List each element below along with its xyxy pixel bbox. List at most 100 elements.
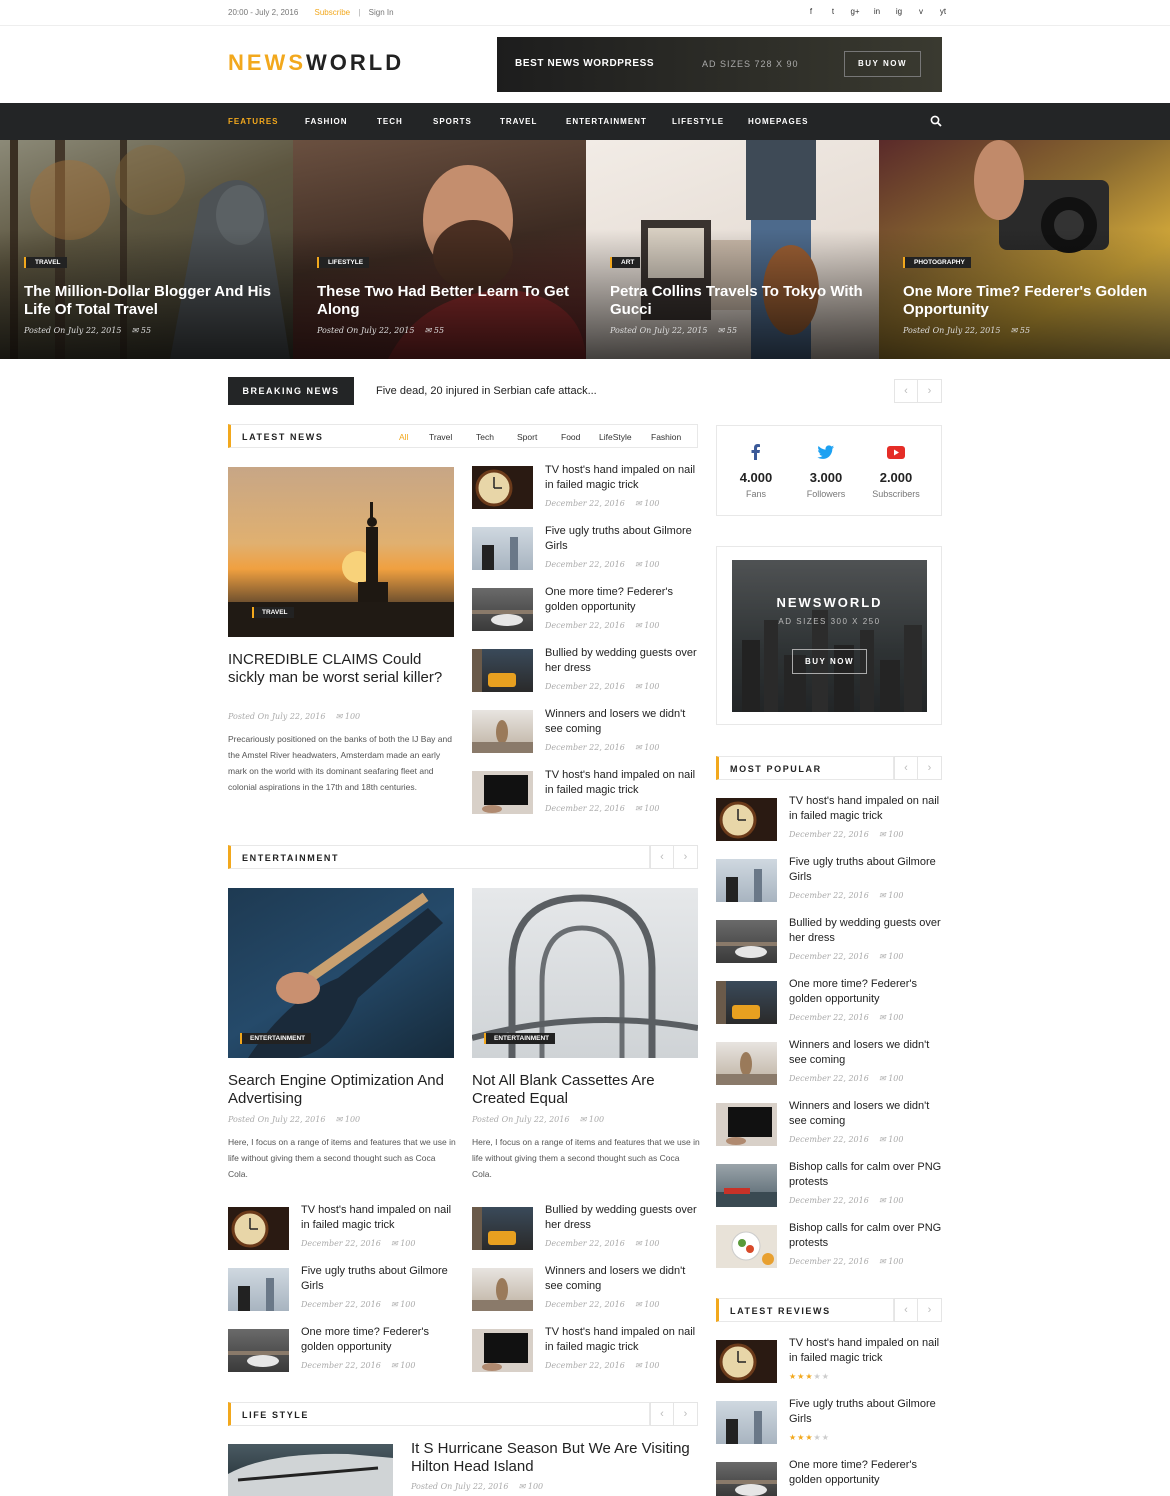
list-item-title[interactable]: Bullied by wedding guests over her dress [545,646,698,676]
lifestyle-image[interactable] [228,1444,393,1496]
list-item-title[interactable]: Five ugly truths about Gilmore Girls [301,1264,456,1294]
nav-item-homepages[interactable]: HOMEPAGES [748,117,808,126]
popular-item-title[interactable]: Bishop calls for calm over PNG protests [789,1160,942,1190]
ad-buy-now-button[interactable]: BUY NOW [792,649,867,674]
hero-title[interactable]: One More Time? Federer's Golden Opportun… [903,283,1158,319]
thumb-taxi[interactable] [472,649,533,692]
ad-buy-now-button[interactable]: BUY NOW [844,51,921,77]
hero-card-3[interactable]: ART Petra Collins Travels To Tokyo With … [586,140,879,359]
nav-item-fashion[interactable]: FASHION [305,117,348,126]
google-plus-icon[interactable]: g+ [844,7,866,16]
filter-tab-all[interactable]: All [399,432,408,442]
thumb-laptop[interactable] [472,771,533,814]
popular-item-title[interactable]: Bullied by wedding guests over her dress [789,916,942,946]
entertainment-image-1[interactable]: ENTERTAINMENT [228,888,454,1058]
list-item-title[interactable]: Winners and losers we didn't see coming [545,707,698,737]
thumb-clock[interactable] [472,466,533,509]
nav-item-tech[interactable]: TECH [377,117,403,126]
thumb-city[interactable] [228,1268,289,1311]
hero-title[interactable]: Petra Collins Travels To Tokyo With Gucc… [610,283,865,319]
review-item-title[interactable]: One more time? Federer's golden opportun… [789,1458,942,1488]
sidebar-ad[interactable]: NEWSWORLD AD SIZES 300 X 250 BUY NOW [716,546,942,725]
list-item-title[interactable]: TV host's hand impaled on nail in failed… [545,768,698,798]
header-ad-banner[interactable]: BEST NEWS WORDPRESS AD SIZES 728 X 90 BU… [497,37,942,92]
nav-item-sports[interactable]: SPORTS [433,117,472,126]
nav-item-entertainment[interactable]: ENTERTAINMENT [566,117,647,126]
lifestyle-title[interactable]: It S Hurricane Season But We Are Visitin… [411,1440,698,1476]
filter-tab-fashion[interactable]: Fashion [651,432,681,442]
thumb-taxi[interactable] [472,1207,533,1250]
filter-tab-lifestyle[interactable]: LifeStyle [599,432,632,442]
linkedin-icon[interactable]: in [866,7,888,16]
social-twitter[interactable]: 3.000 Followers [791,442,861,499]
site-logo[interactable]: NEWSWORLD [228,50,404,76]
hero-card-4[interactable]: PHOTOGRAPHY One More Time? Federer's Gol… [879,140,1170,359]
list-item-title[interactable]: Five ugly truths about Gilmore Girls [545,524,698,554]
filter-tab-tech[interactable]: Tech [476,432,494,442]
social-youtube[interactable]: 2.000 Subscribers [861,442,931,499]
prev-arrow-button[interactable]: ‹ [650,1402,674,1426]
facebook-icon[interactable]: f [800,7,822,16]
popular-item-title[interactable]: Five ugly truths about Gilmore Girls [789,855,942,885]
popular-item-title[interactable]: Winners and losers we didn't see coming [789,1038,942,1068]
signin-link[interactable]: Sign In [369,8,394,17]
thumb-clock[interactable] [716,798,777,841]
review-item-title[interactable]: Five ugly truths about Gilmore Girls [789,1397,942,1427]
next-arrow-button[interactable]: › [918,756,942,780]
thumb-clock[interactable] [716,1340,777,1383]
thumb-laptop[interactable] [716,1103,777,1146]
next-arrow-button[interactable]: › [674,1402,698,1426]
nav-item-travel[interactable]: TRAVEL [500,117,537,126]
next-arrow-button[interactable]: › [918,1298,942,1322]
thumb-city[interactable] [716,859,777,902]
hero-card-2[interactable]: LIFESTYLE These Two Had Better Learn To … [293,140,586,359]
entertainment-title[interactable]: Not All Blank Cassettes Are Created Equa… [472,1072,698,1108]
hero-category[interactable]: TRAVEL [24,257,67,268]
list-item-title[interactable]: One more time? Federer's golden opportun… [301,1325,456,1355]
popular-item-title[interactable]: Winners and losers we didn't see coming [789,1099,942,1129]
thumb-taxi[interactable] [716,981,777,1024]
entertainment-category[interactable]: ENTERTAINMENT [484,1033,556,1044]
popular-item-title[interactable]: TV host's hand impaled on nail in failed… [789,794,942,824]
twitter-icon[interactable]: t [822,7,844,16]
thumb-shoes[interactable] [716,920,777,963]
filter-tab-sport[interactable]: Sport [517,432,537,442]
list-item-title[interactable]: TV host's hand impaled on nail in failed… [545,1325,698,1355]
latest-main-category[interactable]: TRAVEL [252,607,294,618]
popular-item-title[interactable]: Bishop calls for calm over PNG protests [789,1221,942,1251]
hero-title[interactable]: The Million-Dollar Blogger And His Life … [24,283,279,319]
filter-tab-travel[interactable]: Travel [429,432,452,442]
thumb-shoes[interactable] [716,1462,777,1496]
thumb-person[interactable] [716,1042,777,1085]
instagram-icon[interactable]: ig [888,7,910,16]
thumb-boat[interactable] [716,1164,777,1207]
next-arrow-button[interactable]: › [674,845,698,869]
list-item-title[interactable]: Winners and losers we didn't see coming [545,1264,698,1294]
list-item-title[interactable]: One more time? Federer's golden opportun… [545,585,698,615]
thumb-clock[interactable] [228,1207,289,1250]
review-item-title[interactable]: TV host's hand impaled on nail in failed… [789,1336,942,1366]
prev-arrow-button[interactable]: ‹ [894,379,918,403]
latest-main-image[interactable]: TRAVEL [228,467,454,637]
hero-category[interactable]: LIFESTYLE [317,257,370,268]
hero-category[interactable]: PHOTOGRAPHY [903,257,971,268]
youtube-icon[interactable]: yt [932,7,954,16]
search-icon[interactable] [930,115,942,127]
thumb-laptop[interactable] [472,1329,533,1372]
thumb-person[interactable] [472,1268,533,1311]
nav-item-lifestyle[interactable]: LIFESTYLE [672,117,724,126]
thumb-shoes[interactable] [228,1329,289,1372]
list-item-title[interactable]: TV host's hand impaled on nail in failed… [545,463,698,493]
hero-category[interactable]: ART [610,257,641,268]
thumb-person[interactable] [472,710,533,753]
prev-arrow-button[interactable]: ‹ [894,756,918,780]
filter-tab-food[interactable]: Food [561,432,580,442]
prev-arrow-button[interactable]: ‹ [650,845,674,869]
hero-card-1[interactable]: TRAVEL The Million-Dollar Blogger And Hi… [0,140,293,359]
thumb-shoes[interactable] [472,588,533,631]
entertainment-category[interactable]: ENTERTAINMENT [240,1033,312,1044]
next-arrow-button[interactable]: › [918,379,942,403]
thumb-city[interactable] [716,1401,777,1444]
nav-item-features[interactable]: FEATURES [228,117,279,126]
thumb-food[interactable] [716,1225,777,1268]
